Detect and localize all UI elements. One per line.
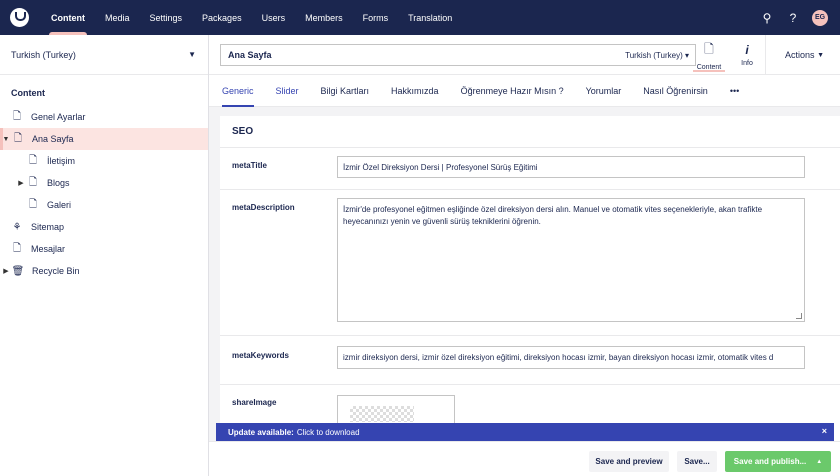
variant-selector[interactable]: Turkish (Turkey) ▾: [625, 51, 689, 60]
tab-bilgi-kartlari[interactable]: Bilgi Kartları: [321, 75, 370, 107]
meta-keywords-property: metaKeywords izmir direksiyon dersi, izm…: [220, 336, 840, 385]
top-navigation-bar: Content Media Settings Packages Users Me…: [0, 0, 840, 35]
tab-nasil-ogrenirsin[interactable]: Nasıl Öğrenirsin: [643, 75, 708, 107]
tree-section-title[interactable]: Content: [0, 75, 208, 106]
tab-hakkimizda[interactable]: Hakkımızda: [391, 75, 439, 107]
culture-label: Turkish (Turkey): [11, 49, 76, 60]
save-and-publish-label: Save and publish...: [733, 457, 807, 466]
info-app-button[interactable]: i Info: [731, 35, 763, 75]
document-icon: 🗋: [12, 110, 22, 122]
save-button[interactable]: Save...: [677, 451, 717, 472]
chevron-down-icon: ▼: [188, 50, 196, 59]
meta-description-textarea[interactable]: İzmir'de profesyonel eğitmen eşliğinde ö…: [337, 198, 805, 322]
info-icon: i: [745, 43, 749, 57]
editor-header: Ana Sayfa Turkish (Turkey) ▾ 🗋 Content i…: [209, 35, 840, 75]
help-icon[interactable]: ?: [786, 11, 800, 25]
document-list-icon: 🗋: [12, 242, 22, 254]
tree-item-label: Sitemap: [31, 222, 65, 232]
caret-right-icon[interactable]: ▶: [1, 267, 11, 275]
nav-users[interactable]: Users: [252, 0, 296, 35]
tree-item-ana-sayfa[interactable]: ▼ 🗋 Ana Sayfa: [0, 128, 208, 150]
avatar[interactable]: EG: [812, 9, 828, 26]
app-label: Content: [696, 63, 722, 71]
document-icon: 🗋: [28, 154, 38, 166]
tree-item-galeri[interactable]: 🗋 Galeri: [0, 194, 208, 216]
save-and-publish-button[interactable]: Save and publish... ▲: [725, 451, 831, 472]
nav-settings[interactable]: Settings: [140, 0, 193, 35]
document-icon: 🗋: [13, 132, 23, 144]
document-icon: 🗋: [704, 41, 714, 56]
update-link-text: Click to download: [296, 427, 360, 437]
tree-item-label: Genel Ayarlar: [31, 112, 86, 122]
meta-title-property: metaTitle İzmir Özel Direksiyon Dersi | …: [220, 148, 840, 190]
resize-handle-icon[interactable]: [796, 313, 802, 319]
search-icon[interactable]: ⚲: [760, 11, 774, 25]
more-tabs-button[interactable]: •••: [730, 75, 739, 107]
tab-slider[interactable]: Slider: [276, 75, 299, 107]
tree-item-label: Recycle Bin: [32, 266, 80, 276]
nav-media[interactable]: Media: [95, 0, 140, 35]
tree-item-recycle-bin[interactable]: ▶ 🗑 Recycle Bin: [0, 260, 208, 282]
meta-description-value: İzmir'de profesyonel eğitmen eşliğinde ö…: [343, 205, 763, 226]
content-tabs: Generic Slider Bilgi Kartları Hakkımızda…: [209, 75, 840, 107]
nav-members[interactable]: Members: [295, 0, 353, 35]
tree-item-label: Ana Sayfa: [32, 134, 74, 144]
caret-up-icon[interactable]: ▲: [816, 459, 822, 465]
share-image-label: shareImage: [232, 398, 277, 407]
sitemap-icon: ⚘: [12, 221, 22, 233]
nav-packages[interactable]: Packages: [192, 0, 252, 35]
caret-down-icon[interactable]: ▼: [1, 136, 11, 143]
actions-button[interactable]: Actions ▼: [785, 35, 824, 75]
nav-forms[interactable]: Forms: [353, 0, 399, 35]
document-icon: 🗋: [28, 176, 38, 188]
meta-title-input[interactable]: İzmir Özel Direksiyon Dersi | Profesyone…: [337, 156, 805, 178]
caret-down-icon: ▼: [817, 51, 824, 59]
content-tree-sidebar: Turkish (Turkey) ▼ Content 🗋 Genel Ayarl…: [0, 35, 209, 476]
meta-description-property: metaDescription İzmir'de profesyonel eği…: [220, 190, 840, 336]
meta-title-label: metaTitle: [232, 161, 267, 170]
node-name-input[interactable]: Ana Sayfa Turkish (Turkey) ▾: [220, 44, 696, 66]
panel-title: SEO: [220, 116, 840, 148]
culture-selector[interactable]: Turkish (Turkey) ▼: [0, 35, 208, 75]
app-label: Info: [741, 60, 753, 67]
tree-item-iletisim[interactable]: 🗋 İletişim: [0, 150, 208, 172]
tab-ogrenmeye-hazir[interactable]: Öğrenmeye Hazır Mısın ?: [461, 75, 564, 107]
tree-item-label: Mesajlar: [31, 244, 66, 254]
save-and-preview-button[interactable]: Save and preview: [589, 451, 669, 472]
document-icon: 🗋: [28, 198, 38, 210]
variant-label: Turkish (Turkey): [625, 50, 683, 60]
update-notification[interactable]: Update available: Click to download ×: [216, 423, 834, 441]
tree-item-blogs[interactable]: ▶ 🗋 Blogs: [0, 172, 208, 194]
meta-keywords-input[interactable]: izmir direksiyon dersi, izmir özel direk…: [337, 346, 805, 369]
trash-icon: 🗑: [11, 265, 25, 277]
meta-description-label: metaDescription: [232, 203, 295, 212]
close-icon[interactable]: ×: [822, 426, 827, 436]
tree-item-label: Blogs: [47, 178, 70, 188]
tree-item-genel-ayarlar[interactable]: 🗋 Genel Ayarlar: [0, 106, 208, 128]
tab-yorumlar[interactable]: Yorumlar: [586, 75, 622, 107]
divider: [765, 35, 766, 75]
tree-item-mesajlar[interactable]: 🗋 Mesajlar: [0, 238, 208, 260]
editor-footer: Save and preview Save... Save and publis…: [209, 441, 840, 476]
nav-content[interactable]: Content: [41, 0, 95, 35]
actions-label: Actions: [785, 50, 815, 60]
tree-item-label: İletişim: [47, 156, 76, 166]
seo-panel: SEO metaTitle İzmir Özel Direksiyon Ders…: [220, 116, 840, 461]
content-app-button[interactable]: 🗋 Content: [691, 35, 727, 75]
tab-generic[interactable]: Generic: [222, 75, 254, 107]
node-name-value: Ana Sayfa: [228, 50, 272, 60]
top-icons: ⚲ ? EG: [760, 0, 828, 35]
umbraco-logo-icon[interactable]: [10, 8, 29, 27]
image-thumbnail: [350, 406, 414, 422]
tree-item-label: Galeri: [47, 200, 72, 210]
content-editor: Ana Sayfa Turkish (Turkey) ▾ 🗋 Content i…: [209, 35, 840, 476]
meta-keywords-label: metaKeywords: [232, 351, 289, 360]
nav-translation[interactable]: Translation: [398, 0, 462, 35]
update-bold-text: Update available:: [228, 427, 294, 437]
tree-item-sitemap[interactable]: ⚘ Sitemap: [0, 216, 208, 238]
caret-right-icon[interactable]: ▶: [16, 179, 26, 187]
